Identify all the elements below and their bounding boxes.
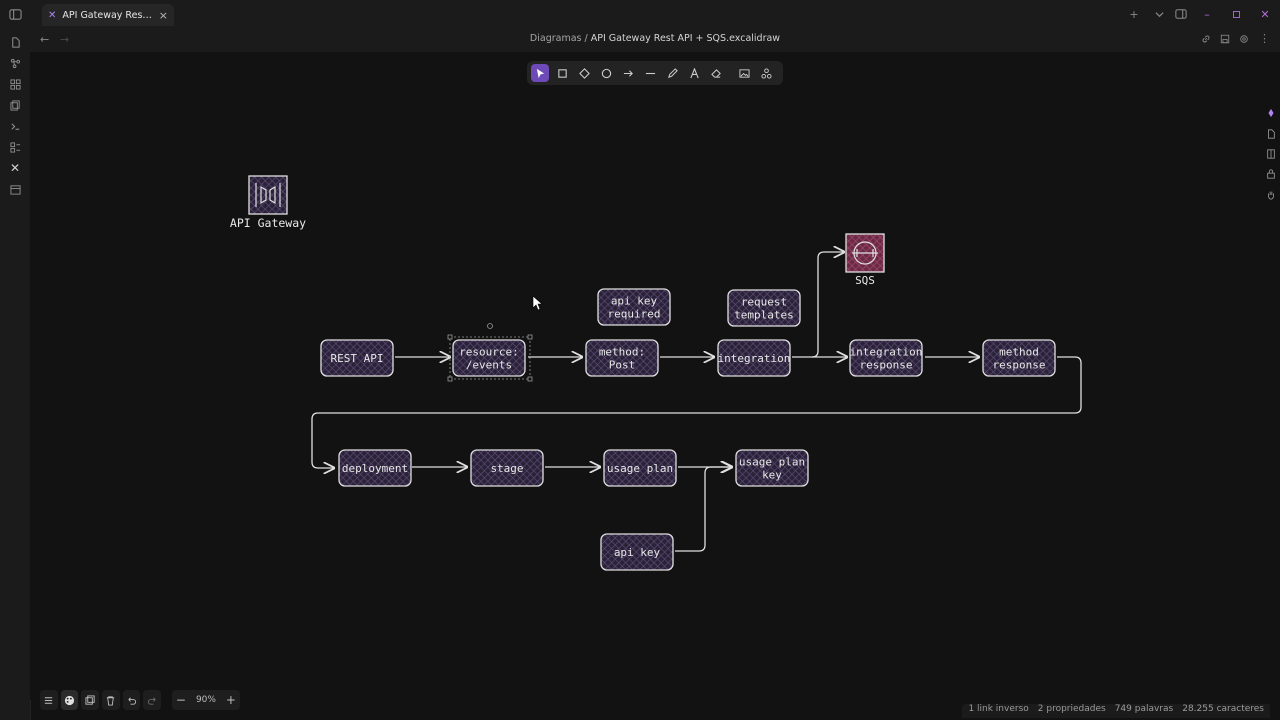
arrow-to-sqs[interactable]: [811, 252, 844, 358]
status-words: 749 palavras: [1114, 704, 1174, 714]
sqs-icon[interactable]: [845, 233, 885, 273]
node-resource[interactable]: resource:/events: [452, 339, 526, 377]
status-characters: 28.255 caracteres: [1182, 704, 1264, 714]
node-label: integration: [850, 346, 923, 359]
node-label: api key: [611, 295, 658, 308]
palette-icon[interactable]: [60, 690, 79, 710]
node-label: stage: [490, 462, 523, 475]
node-label: REST API: [331, 352, 384, 365]
menu-icon[interactable]: [40, 690, 58, 710]
node-label: method:: [599, 346, 645, 359]
node-api-key[interactable]: api key: [600, 533, 674, 571]
diagram: API Gateway SQS REST API resource:/events…: [230, 175, 1082, 571]
node-method-response[interactable]: methodresponse: [982, 339, 1056, 377]
node-label: /events: [466, 359, 512, 372]
node-label: method: [999, 346, 1039, 359]
node-label: response: [993, 359, 1046, 372]
node-label: resource:: [459, 346, 519, 359]
node-integration[interactable]: integration: [717, 339, 791, 377]
sqs-label: SQS: [855, 274, 875, 287]
undo-icon[interactable]: [122, 690, 141, 710]
node-label: usage plan: [739, 456, 805, 469]
mouse-cursor-icon: [532, 295, 543, 311]
api-gateway-icon[interactable]: [248, 175, 288, 215]
zoom-in-icon[interactable]: +: [221, 690, 240, 710]
duplicate-icon[interactable]: [81, 690, 99, 710]
node-usage-plan[interactable]: usage plan: [603, 449, 677, 487]
arrow-wrap[interactable]: [311, 356, 1082, 468]
node-label: integration: [718, 352, 791, 365]
zoom-level[interactable]: 90%: [190, 695, 222, 705]
node-label: api key: [614, 546, 661, 559]
zoom-control: − 90% +: [171, 690, 240, 710]
api-gateway-label: API Gateway: [230, 216, 306, 230]
arrow-api-key[interactable]: [675, 467, 731, 552]
node-stage[interactable]: stage: [470, 449, 544, 487]
node-integration-response[interactable]: integrationresponse: [849, 339, 923, 377]
node-label: templates: [734, 309, 794, 322]
redo-icon[interactable]: [143, 690, 161, 710]
node-label: usage plan: [607, 462, 673, 475]
node-label: required: [608, 308, 661, 321]
node-label: request: [741, 296, 787, 309]
status-properties: 2 propriedades: [1037, 704, 1106, 714]
node-deployment[interactable]: deployment: [338, 449, 412, 487]
status-backlinks[interactable]: 1 link inverso: [968, 704, 1028, 718]
status-bar: 1 link inverso 2 propriedades 749 palavr…: [962, 704, 1270, 718]
node-api-key-required[interactable]: api keyrequired: [597, 288, 671, 326]
node-rest-api[interactable]: REST API: [320, 339, 394, 377]
zoom-out-icon[interactable]: −: [171, 690, 190, 710]
trash-icon[interactable]: [101, 690, 120, 710]
node-label: deployment: [342, 462, 408, 475]
node-label: key: [762, 469, 782, 482]
node-usage-plan-key[interactable]: usage plankey: [735, 449, 809, 487]
node-method[interactable]: method:Post: [585, 339, 659, 377]
bottom-controls: − 90% +: [40, 689, 240, 711]
node-request-templates[interactable]: requesttemplates: [727, 289, 801, 327]
node-label: Post: [609, 359, 636, 372]
node-label: response: [860, 359, 913, 372]
